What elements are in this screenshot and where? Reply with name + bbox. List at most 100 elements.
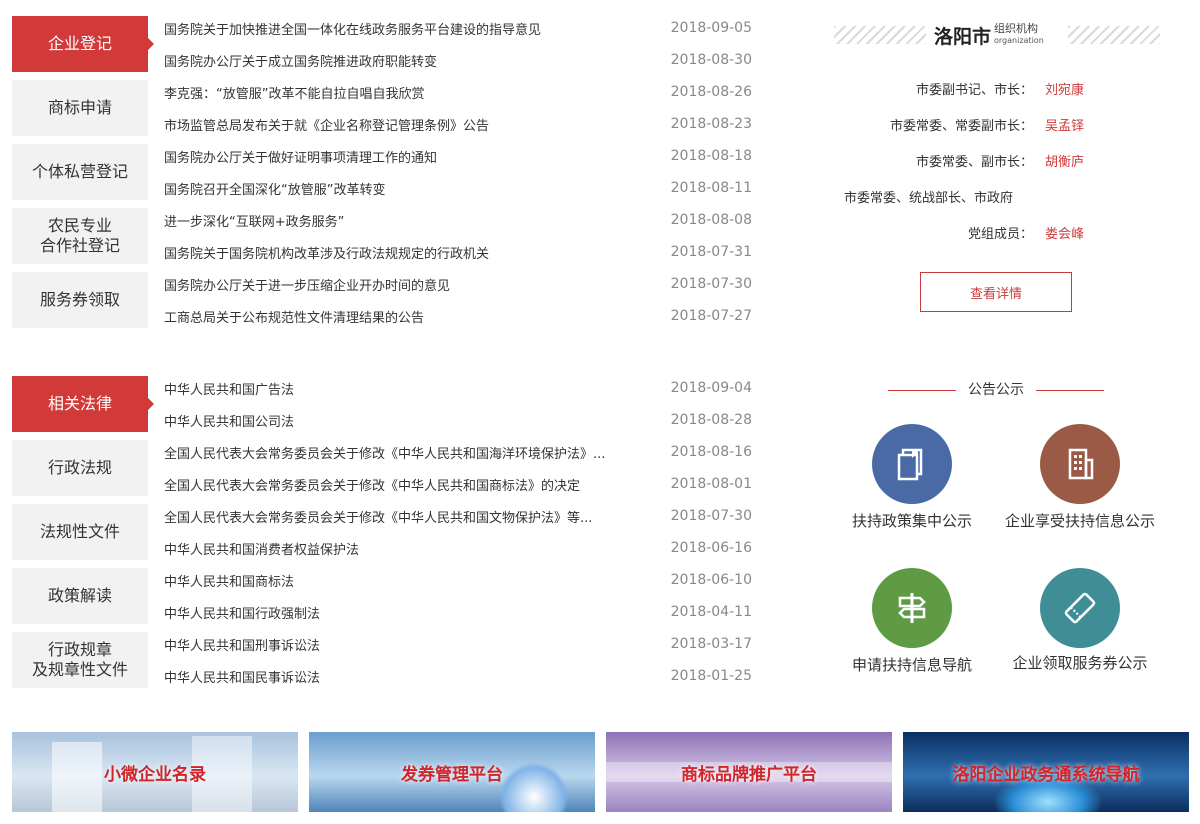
tab-regulatory-documents[interactable]: 法规性文件 xyxy=(12,504,148,560)
policy-notice-button[interactable] xyxy=(872,424,952,504)
tab-policy-interpretation[interactable]: 政策解读 xyxy=(12,568,148,624)
leader-role: 党组成员： xyxy=(967,227,1033,242)
tab-enterprise-registration[interactable]: 企业登记 xyxy=(12,16,154,72)
tab-related-laws[interactable]: 相关法律 xyxy=(12,376,154,432)
news-item[interactable]: 李克强：“放管服”改革不能自拉自唱自我欣赏 2018-08-26 xyxy=(164,76,754,108)
news-date: 2018-08-11 xyxy=(670,180,752,196)
law-date: 2018-09-04 xyxy=(670,380,752,396)
enterprise-support-button[interactable] xyxy=(1040,424,1120,504)
leader-row: 市委常委、副市长： 胡衡庐 xyxy=(916,151,1084,170)
leader-row: 市委副书记、市长： 刘宛康 xyxy=(916,79,1084,98)
news-item[interactable]: 国务院办公厅关于做好证明事项清理工作的通知 2018-08-18 xyxy=(164,140,754,172)
building-icon xyxy=(1068,448,1094,480)
news-date: 2018-07-31 xyxy=(670,244,752,260)
tab-farmer-cooperative-registration[interactable]: 农民专业 合作社登记 xyxy=(12,208,148,264)
news-title[interactable]: 市场监管总局发布关于就《企业名称登记管理条例》公告 xyxy=(164,115,644,134)
law-item[interactable]: 中华人民共和国广告法 2018-09-04 xyxy=(164,372,754,404)
law-title[interactable]: 中华人民共和国商标法 xyxy=(164,571,644,590)
enterprise-support-label[interactable]: 企业享受扶持信息公示 xyxy=(1000,510,1160,532)
law-item[interactable]: 中华人民共和国刑事诉讼法 2018-03-17 xyxy=(164,628,754,660)
org-label-cn: 组织机构 xyxy=(994,22,1039,35)
leader-name[interactable]: 胡衡庐 xyxy=(1045,155,1084,170)
law-item[interactable]: 中华人民共和国行政强制法 2018-04-11 xyxy=(164,596,754,628)
banner-voucher-management[interactable]: 发券管理平台 xyxy=(309,732,595,812)
news-item[interactable]: 国务院关于国务院机构改革涉及行政法规规定的行政机关 2018-07-31 xyxy=(164,236,754,268)
news-date: 2018-08-08 xyxy=(670,212,752,228)
banner-label: 商标品牌推广平台 xyxy=(681,764,817,785)
law-date: 2018-03-17 xyxy=(670,636,752,652)
law-title[interactable]: 中华人民共和国消费者权益保护法 xyxy=(164,539,644,558)
law-item[interactable]: 中华人民共和国公司法 2018-08-28 xyxy=(164,404,754,436)
leader-row: 市委常委、常委副市长： 吴孟铎 xyxy=(890,115,1084,134)
org-label-en: organization xyxy=(994,36,1044,45)
news-item[interactable]: 国务院关于加快推进全国一体化在线政务服务平台建设的指导意见 2018-09-05 xyxy=(164,12,754,44)
news-title[interactable]: 国务院办公厅关于成立国务院推进政府职能转变 xyxy=(164,51,644,70)
law-date: 2018-04-11 xyxy=(670,604,752,620)
news-item[interactable]: 工商总局关于公布规范性文件清理结果的公告 2018-07-27 xyxy=(164,300,754,332)
tab-service-voucher[interactable]: 服务券领取 xyxy=(12,272,148,328)
notice-title: 公告公示 xyxy=(968,382,1024,398)
law-item[interactable]: 全国人民代表大会常务委员会关于修改《中华人民共和国文物保护法》等... 2018-… xyxy=(164,500,754,532)
law-item[interactable]: 中华人民共和国民事诉讼法 2018-01-25 xyxy=(164,660,754,692)
news-item[interactable]: 国务院办公厅关于进一步压缩企业开办时间的意见 2018-07-30 xyxy=(164,268,754,300)
law-item[interactable]: 中华人民共和国商标法 2018-06-10 xyxy=(164,564,754,596)
news-title[interactable]: 工商总局关于公布规范性文件清理结果的公告 xyxy=(164,307,644,326)
news-item[interactable]: 市场监管总局发布关于就《企业名称登记管理条例》公告 2018-08-23 xyxy=(164,108,754,140)
news-item[interactable]: 进一步深化“互联网+政务服务” 2018-08-08 xyxy=(164,204,754,236)
news-date: 2018-09-05 xyxy=(670,20,752,36)
notice-header: 公告公示 xyxy=(888,380,1104,400)
leader-role: 市委常委、统战部长、市政府 xyxy=(844,191,1014,206)
voucher-notice-label[interactable]: 企业领取服务券公示 xyxy=(1000,652,1160,674)
law-title[interactable]: 全国人民代表大会常务委员会关于修改《中华人民共和国海洋环境保护法》... xyxy=(164,443,644,462)
news-item[interactable]: 国务院办公厅关于成立国务院推进政府职能转变 2018-08-30 xyxy=(164,44,754,76)
news-item[interactable]: 国务院召开全国深化“放管服”改革转变 2018-08-11 xyxy=(164,172,754,204)
law-date: 2018-01-25 xyxy=(670,668,752,684)
news-title[interactable]: 国务院办公厅关于进一步压缩企业开办时间的意见 xyxy=(164,275,644,294)
banner-label: 发券管理平台 xyxy=(401,764,503,785)
news-title[interactable]: 国务院关于加快推进全国一体化在线政务服务平台建设的指导意见 xyxy=(164,19,644,38)
tab-administrative-regulations[interactable]: 行政法规 xyxy=(12,440,148,496)
leader-name[interactable]: 刘宛康 xyxy=(1045,83,1084,98)
tab-trademark-application[interactable]: 商标申请 xyxy=(12,80,148,136)
news-title[interactable]: 国务院办公厅关于做好证明事项清理工作的通知 xyxy=(164,147,644,166)
law-item[interactable]: 全国人民代表大会常务委员会关于修改《中华人民共和国商标法》的决定 2018-08-… xyxy=(164,468,754,500)
banner-label: 小微企业名录 xyxy=(104,764,206,785)
leader-name[interactable]: 娄会峰 xyxy=(1045,227,1084,242)
view-details-button[interactable]: 查看详情 xyxy=(920,272,1072,312)
news-title[interactable]: 进一步深化“互联网+政务服务” xyxy=(164,211,644,230)
tab-individual-private-registration[interactable]: 个体私营登记 xyxy=(12,144,148,200)
banner-luoyang-system-nav[interactable]: 洛阳企业政务通系统导航 xyxy=(903,732,1189,812)
law-item[interactable]: 全国人民代表大会常务委员会关于修改《中华人民共和国海洋环境保护法》... 2018… xyxy=(164,436,754,468)
law-date: 2018-06-16 xyxy=(670,540,752,556)
leader-name[interactable]: 吴孟铎 xyxy=(1045,119,1084,134)
law-title[interactable]: 中华人民共和国广告法 xyxy=(164,379,644,398)
law-title[interactable]: 全国人民代表大会常务委员会关于修改《中华人民共和国文物保护法》等... xyxy=(164,507,644,526)
law-title[interactable]: 中华人民共和国公司法 xyxy=(164,411,644,430)
hatch-decoration xyxy=(834,26,926,44)
tab-administrative-rules[interactable]: 行政规章 及规章性文件 xyxy=(12,632,148,688)
banner-small-micro-enterprise[interactable]: 小微企业名录 xyxy=(12,732,298,812)
signpost-icon xyxy=(898,593,926,623)
news-date: 2018-07-27 xyxy=(670,308,752,324)
hatch-decoration xyxy=(1068,26,1160,44)
law-date: 2018-06-10 xyxy=(670,572,752,588)
news-title[interactable]: 国务院关于国务院机构改革涉及行政法规规定的行政机关 xyxy=(164,243,644,262)
support-navigation-button[interactable] xyxy=(872,568,952,648)
support-navigation-label[interactable]: 申请扶持信息导航 xyxy=(832,654,992,676)
org-title: 洛阳市 组织机构 organization xyxy=(934,19,1060,51)
banner-trademark-promotion[interactable]: 商标品牌推广平台 xyxy=(606,732,892,812)
law-title[interactable]: 全国人民代表大会常务委员会关于修改《中华人民共和国商标法》的决定 xyxy=(164,475,644,494)
law-title[interactable]: 中华人民共和国行政强制法 xyxy=(164,603,644,622)
document-copy-icon xyxy=(897,448,923,481)
voucher-notice-button[interactable] xyxy=(1040,568,1120,648)
ticket-icon xyxy=(1064,592,1096,624)
law-title[interactable]: 中华人民共和国民事诉讼法 xyxy=(164,667,644,686)
news-title[interactable]: 国务院召开全国深化“放管服”改革转变 xyxy=(164,179,644,198)
news-title[interactable]: 李克强：“放管服”改革不能自拉自唱自我欣赏 xyxy=(164,83,644,102)
law-item[interactable]: 中华人民共和国消费者权益保护法 2018-06-16 xyxy=(164,532,754,564)
news-date: 2018-08-23 xyxy=(670,116,752,132)
leader-role: 市委常委、副市长： xyxy=(915,155,1033,170)
policy-notice-label[interactable]: 扶持政策集中公示 xyxy=(832,510,992,532)
law-title[interactable]: 中华人民共和国刑事诉讼法 xyxy=(164,635,644,654)
globe-graphic xyxy=(499,762,569,812)
